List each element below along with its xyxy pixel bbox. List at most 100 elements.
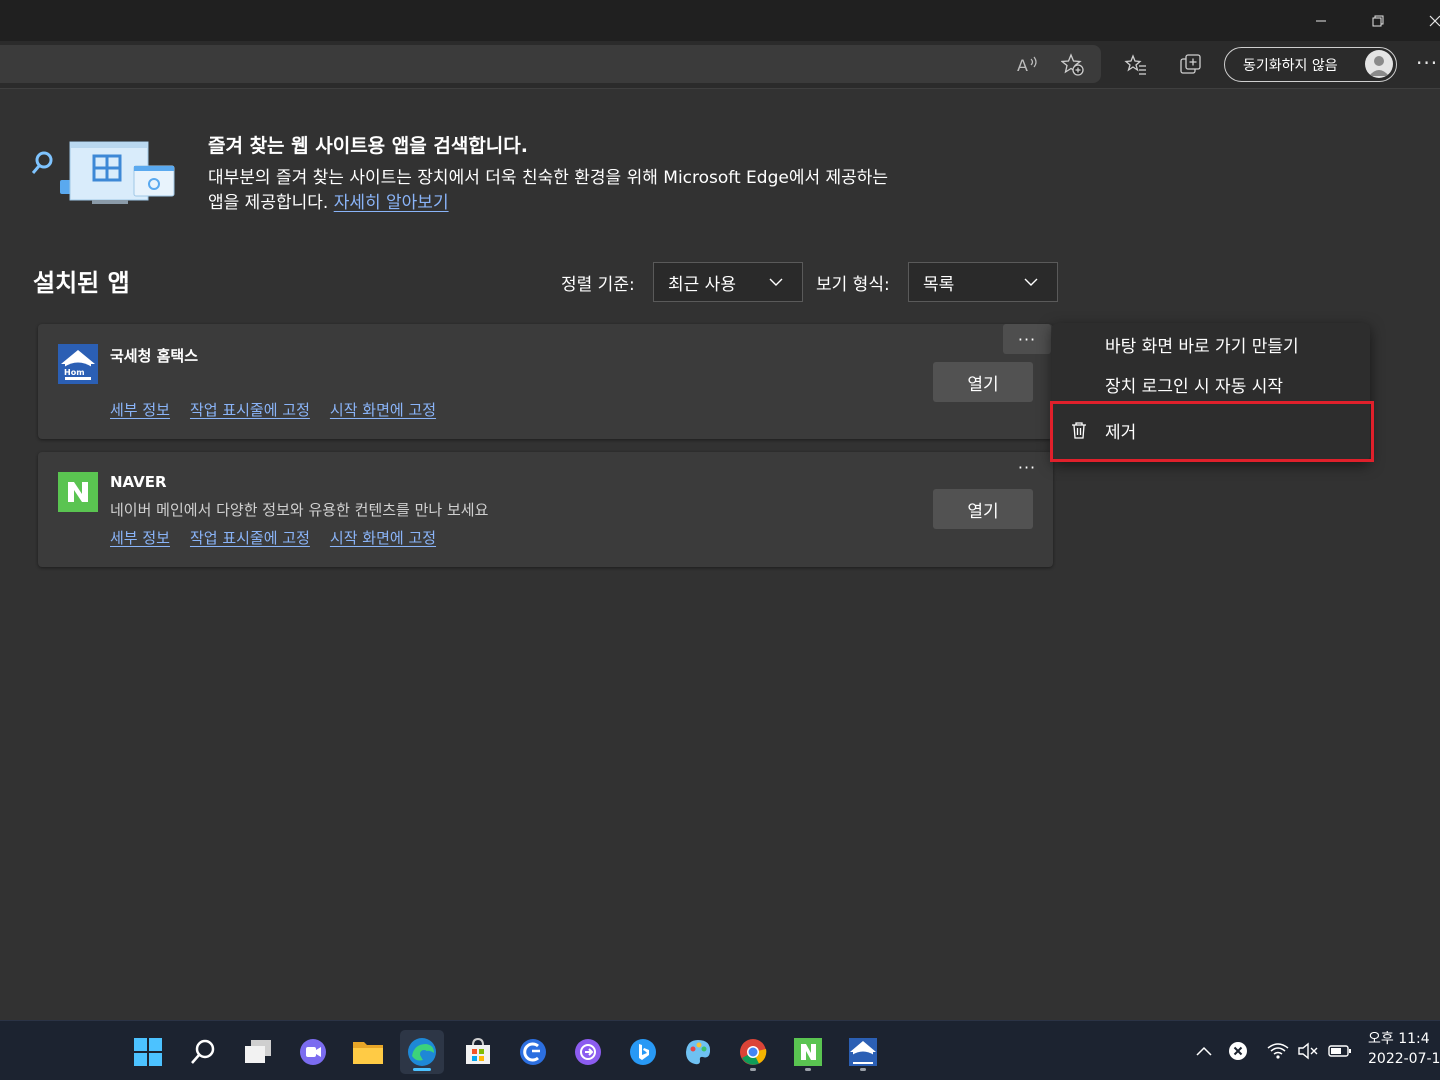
sort-dropdown[interactable]: 최근 사용 xyxy=(653,262,803,302)
restore-button[interactable] xyxy=(1355,0,1401,41)
app-name: NAVER xyxy=(110,473,167,491)
pin-taskbar-link[interactable]: 작업 표시줄에 고정 xyxy=(190,399,310,420)
svg-text:A: A xyxy=(1017,56,1028,75)
banner-description-line2-wrap: 앱을 제공합니다. 자세히 알아보기 xyxy=(208,191,968,216)
show-hidden-icons-button[interactable] xyxy=(1192,1036,1216,1066)
banner-description-line2: 앱을 제공합니다. xyxy=(208,193,329,213)
chevron-up-icon xyxy=(1196,1046,1212,1056)
paint-button[interactable] xyxy=(676,1030,720,1074)
add-favorite-icon[interactable] xyxy=(1060,52,1086,78)
pin-taskbar-link[interactable]: 작업 표시줄에 고정 xyxy=(190,527,310,548)
chat-icon xyxy=(300,1039,326,1065)
sync-status-label: 동기화하지 않음 xyxy=(1243,57,1338,74)
open-button[interactable]: 열기 xyxy=(933,362,1033,402)
minimize-icon xyxy=(1316,20,1326,21)
view-dropdown-value: 목록 xyxy=(923,274,955,295)
banner-description-line1: 대부분의 즐겨 찾는 사이트는 장치에서 더욱 친숙한 환경을 위해 Micro… xyxy=(208,168,889,188)
system-clock[interactable]: 오후 11:4 2022-07-1 xyxy=(1368,1029,1440,1069)
app-card-hometax: Hom 국세청 홈택스 세부 정보 작업 표시줄에 고정 시작 화면에 고정 열… xyxy=(38,324,1053,439)
learn-more-link[interactable]: 자세히 알아보기 xyxy=(334,193,449,213)
running-indicator xyxy=(750,1068,756,1071)
hometax-icon xyxy=(849,1038,877,1066)
app-more-button[interactable]: ··· xyxy=(1003,324,1051,354)
open-button[interactable]: 열기 xyxy=(933,489,1033,529)
naver-app-icon xyxy=(58,472,98,512)
chevron-down-icon xyxy=(769,278,783,286)
volume-button[interactable] xyxy=(1296,1036,1320,1066)
file-explorer-button[interactable] xyxy=(346,1030,390,1074)
bing-button[interactable] xyxy=(621,1030,665,1074)
highlight-box xyxy=(1050,401,1374,462)
banner-title: 즐겨 찾는 웹 사이트용 앱을 검색합니다. xyxy=(208,135,528,157)
section-title: 설치된 앱 xyxy=(33,269,130,297)
running-indicator xyxy=(805,1068,811,1071)
view-dropdown[interactable]: 목록 xyxy=(908,262,1058,302)
details-link[interactable]: 세부 정보 xyxy=(110,399,170,420)
app-description: 네이버 메인에서 다양한 정보와 유용한 컨텐츠를 만나 보세요 xyxy=(110,501,489,519)
collections-icon[interactable] xyxy=(1178,52,1204,78)
task-view-button[interactable] xyxy=(236,1030,280,1074)
active-indicator xyxy=(413,1068,431,1071)
chrome-button[interactable] xyxy=(731,1030,775,1074)
taskbar-app-1[interactable] xyxy=(511,1030,555,1074)
wifi-button[interactable] xyxy=(1266,1036,1290,1066)
chrome-icon xyxy=(740,1039,767,1065)
running-indicator xyxy=(860,1068,866,1071)
app-name: 국세청 홈택스 xyxy=(110,347,199,365)
minimize-button[interactable] xyxy=(1298,0,1344,41)
bing-icon xyxy=(630,1039,656,1065)
app-links: 세부 정보 작업 표시줄에 고정 시작 화면에 고정 xyxy=(110,527,436,548)
naver-icon xyxy=(794,1038,822,1066)
taskbar-app-2[interactable] xyxy=(566,1030,610,1074)
address-bar[interactable] xyxy=(0,45,1101,83)
title-bar xyxy=(0,0,1440,41)
app-links: 세부 정보 작업 표시줄에 고정 시작 화면에 고정 xyxy=(110,399,436,420)
sort-label: 정렬 기준: xyxy=(561,275,635,295)
close-button[interactable] xyxy=(1412,0,1440,41)
hometax-app-icon: Hom xyxy=(58,344,98,384)
chat-button[interactable] xyxy=(291,1030,335,1074)
view-label: 보기 형식: xyxy=(816,275,890,295)
details-link[interactable]: 세부 정보 xyxy=(110,527,170,548)
battery-button[interactable] xyxy=(1326,1036,1354,1066)
banner-description: 대부분의 즐겨 찾는 사이트는 장치에서 더욱 친숙한 환경을 위해 Micro… xyxy=(208,166,968,216)
menu-item-label: 바탕 화면 바로 가기 만들기 xyxy=(1105,336,1299,357)
chevron-down-icon xyxy=(1024,278,1038,286)
app-icon-1 xyxy=(520,1039,546,1065)
start-button[interactable] xyxy=(126,1030,170,1074)
settings-more-button[interactable]: ··· xyxy=(1416,51,1438,75)
browser-toolbar: A 동기화하지 않음 ··· xyxy=(0,41,1440,89)
menu-item-auto-start[interactable]: 장치 로그인 시 자동 시작 xyxy=(1052,364,1370,404)
start-icon xyxy=(134,1038,162,1066)
close-circle-icon xyxy=(1229,1042,1247,1060)
clock-date: 2022-07-1 xyxy=(1368,1051,1440,1067)
svg-text:Hom: Hom xyxy=(64,368,85,377)
restore-icon xyxy=(1372,15,1384,26)
clock-time: 오후 11:4 xyxy=(1368,1031,1430,1047)
favorites-icon[interactable] xyxy=(1123,52,1149,78)
menu-item-label: 장치 로그인 시 자동 시작 xyxy=(1105,376,1284,397)
hometax-taskbar-button[interactable] xyxy=(841,1030,885,1074)
paint-icon xyxy=(686,1040,711,1065)
read-aloud-icon[interactable]: A xyxy=(1015,52,1041,78)
naver-taskbar-button[interactable] xyxy=(786,1030,830,1074)
store-button[interactable] xyxy=(456,1030,500,1074)
battery-icon xyxy=(1328,1045,1351,1057)
pin-start-link[interactable]: 시작 화면에 고정 xyxy=(330,399,436,420)
close-icon xyxy=(1429,15,1440,26)
pin-start-link[interactable]: 시작 화면에 고정 xyxy=(330,527,436,548)
app-more-button[interactable]: ··· xyxy=(1003,452,1051,482)
menu-item-create-desktop-shortcut[interactable]: 바탕 화면 바로 가기 만들기 xyxy=(1052,324,1370,364)
tray-app-button[interactable] xyxy=(1226,1036,1250,1066)
taskbar: 오후 11:4 2022-07-1 xyxy=(0,1020,1440,1080)
task-view-icon xyxy=(245,1040,271,1063)
volume-muted-icon xyxy=(1298,1042,1318,1060)
edge-button[interactable] xyxy=(400,1030,444,1074)
file-explorer-icon xyxy=(353,1042,383,1064)
taskbar-search-button[interactable] xyxy=(181,1030,225,1074)
avatar xyxy=(1365,50,1393,78)
profile-sync-button[interactable]: 동기화하지 않음 xyxy=(1224,47,1397,82)
app-card-naver: NAVER 네이버 메인에서 다양한 정보와 유용한 컨텐츠를 만나 보세요 세… xyxy=(38,452,1053,567)
search-icon xyxy=(191,1039,215,1064)
sort-dropdown-value: 최근 사용 xyxy=(668,274,736,295)
